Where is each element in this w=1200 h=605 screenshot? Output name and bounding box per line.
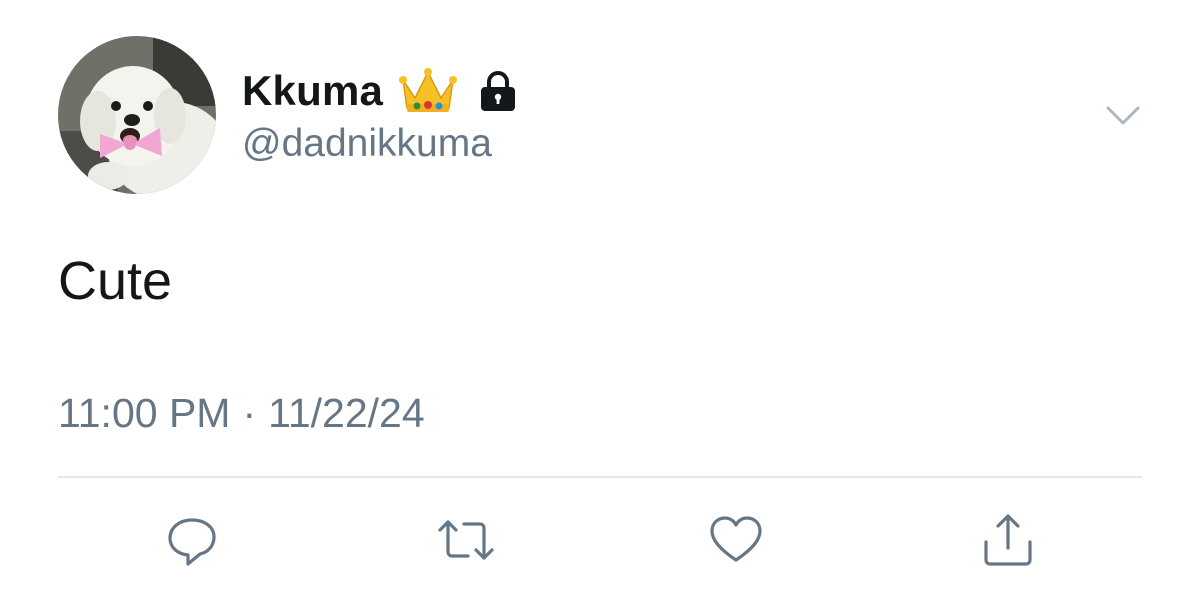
timestamp-separator: · (242, 390, 257, 436)
avatar-dog-photo-icon (58, 36, 216, 194)
tweet-text: Cute (58, 251, 173, 311)
tweet-card: Kkuma @dadnikkuma Cute 11:00 PM · 11/22/… (0, 0, 1200, 605)
retweet-button[interactable] (436, 510, 496, 570)
share-button[interactable] (978, 510, 1038, 570)
divider (58, 476, 1142, 478)
reply-button[interactable] (162, 510, 222, 570)
avatar[interactable] (58, 36, 216, 194)
share-icon (984, 514, 1032, 566)
heart-icon (710, 516, 762, 562)
author-handle[interactable]: @dadnikkuma (242, 122, 492, 166)
crown-icon (399, 68, 458, 112)
tweet-time: 11:00 PM (58, 390, 231, 436)
lock-icon (481, 71, 516, 111)
author-display-name[interactable]: Kkuma (242, 67, 383, 115)
tweet-date: 11/22/24 (268, 390, 425, 436)
chevron-down-icon[interactable] (1104, 100, 1142, 130)
retweet-icon (438, 520, 494, 560)
tweet-timestamp[interactable]: 11:00 PM · 11/22/24 (58, 390, 425, 437)
reply-icon (168, 518, 216, 566)
author-name-row: Kkuma (242, 66, 519, 116)
like-button[interactable] (706, 510, 766, 570)
